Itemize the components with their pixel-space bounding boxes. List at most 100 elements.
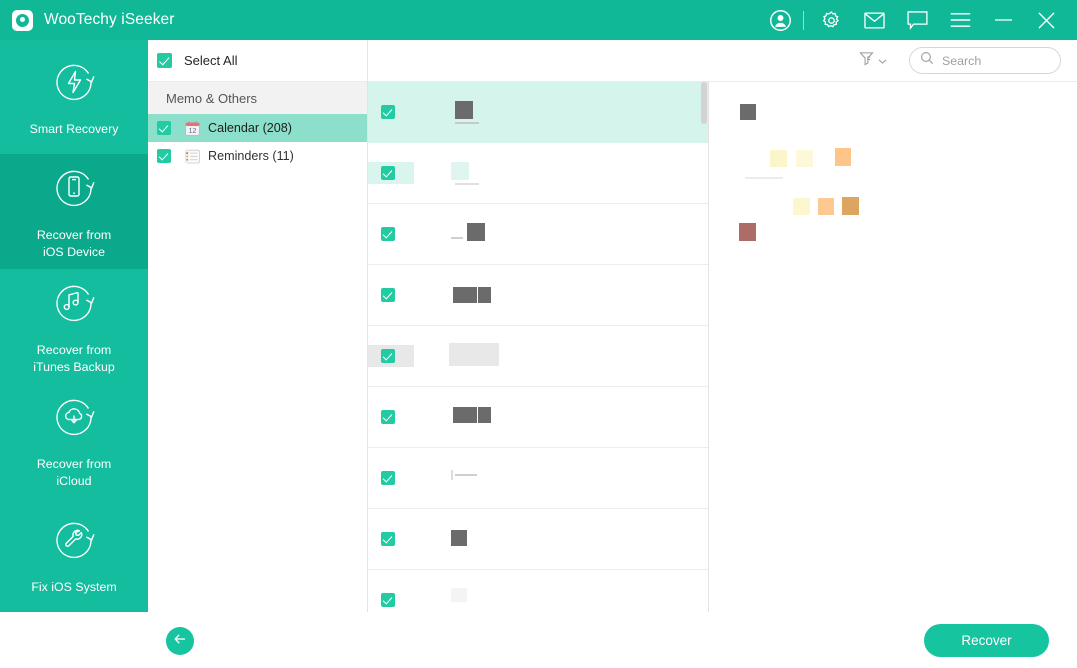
redaction-block xyxy=(842,197,859,215)
app-window: WooTechy iSeeker xyxy=(0,0,1077,668)
redaction-block xyxy=(453,287,477,303)
redaction-block xyxy=(478,407,491,423)
list-item-content xyxy=(411,151,708,195)
search-icon xyxy=(920,51,934,70)
list-item-content xyxy=(411,395,708,439)
category-item-calendar[interactable]: 12 Calendar (208) xyxy=(148,114,367,142)
wrench-refresh-icon xyxy=(48,514,100,566)
list-item[interactable] xyxy=(368,204,708,265)
sidebar-item-label: Smart Recovery xyxy=(30,121,119,138)
redaction-block xyxy=(745,177,783,179)
list-item-content xyxy=(411,334,708,378)
list-item[interactable] xyxy=(368,387,708,448)
sidebar-item-label: Fix iOS System xyxy=(31,579,116,596)
calendar-icon: 12 xyxy=(185,121,200,136)
feedback-icon[interactable] xyxy=(900,0,934,40)
sidebar-item-recover-from-ios-device[interactable]: Recover from iOS Device xyxy=(0,154,148,268)
list-item-checkbox[interactable] xyxy=(381,471,395,485)
cloud-download-refresh-icon xyxy=(48,391,100,443)
content-toolbar: Search xyxy=(368,40,1077,82)
list-item-content xyxy=(411,517,708,561)
app-logo-icon xyxy=(12,10,33,31)
redaction-block xyxy=(770,150,787,167)
sidebar-item-recover-from-icloud[interactable]: Recover from iCloud xyxy=(0,383,148,497)
footer-bar: Recover xyxy=(0,612,1077,668)
lightning-refresh-icon xyxy=(48,56,100,108)
redaction-block xyxy=(455,101,473,119)
select-all-row[interactable]: Select All xyxy=(148,40,367,82)
redaction-block xyxy=(835,148,851,166)
sidebar-item-label: Recover from iTunes Backup xyxy=(33,342,115,376)
list-item[interactable] xyxy=(368,82,708,143)
filter-button[interactable] xyxy=(859,51,887,71)
account-icon[interactable] xyxy=(763,0,797,40)
sidebar-item-label: Recover from iOS Device xyxy=(37,227,111,261)
music-refresh-icon xyxy=(48,277,100,329)
close-icon[interactable] xyxy=(1029,0,1063,40)
redaction-block xyxy=(451,530,467,546)
list-item[interactable] xyxy=(368,265,708,326)
list-item-content xyxy=(411,578,708,612)
redaction-block xyxy=(740,104,756,120)
list-item-checkbox[interactable] xyxy=(381,593,395,607)
list-item[interactable] xyxy=(368,326,708,387)
list-item-content xyxy=(411,212,708,256)
list-item-checkbox[interactable] xyxy=(381,166,395,180)
list-item-content xyxy=(411,90,708,134)
category-group-title: Memo & Others xyxy=(148,82,367,114)
item-list[interactable] xyxy=(368,82,709,612)
category-item-label: Reminders (11) xyxy=(208,149,294,163)
redaction-block xyxy=(451,162,469,180)
category-checkbox[interactable] xyxy=(157,121,171,135)
list-item[interactable] xyxy=(368,509,708,570)
redaction-block xyxy=(796,150,813,167)
recover-button[interactable]: Recover xyxy=(924,624,1049,657)
list-item-checkbox[interactable] xyxy=(381,410,395,424)
content-area: Search xyxy=(368,40,1077,612)
list-item-checkbox[interactable] xyxy=(381,227,395,241)
category-checkbox[interactable] xyxy=(157,149,171,163)
menu-icon[interactable] xyxy=(943,0,977,40)
list-item[interactable] xyxy=(368,143,708,204)
list-item-checkbox[interactable] xyxy=(381,349,395,363)
select-all-checkbox[interactable] xyxy=(157,53,172,68)
phone-refresh-icon xyxy=(48,162,100,214)
content-body xyxy=(368,82,1077,612)
arrow-left-icon xyxy=(173,632,187,650)
list-item-content xyxy=(411,456,708,500)
search-input[interactable]: Search xyxy=(909,47,1061,74)
reminders-list-icon xyxy=(185,149,200,164)
search-placeholder: Search xyxy=(942,54,981,68)
chevron-down-icon xyxy=(878,52,887,70)
list-item[interactable] xyxy=(368,570,708,612)
redaction-block xyxy=(818,198,834,215)
list-item-checkbox[interactable] xyxy=(381,105,395,119)
list-item[interactable] xyxy=(368,448,708,509)
mail-icon[interactable] xyxy=(857,0,891,40)
redaction-block xyxy=(449,343,499,366)
sidebar: Smart Recovery Recover from iOS Device xyxy=(0,40,148,612)
redaction-block xyxy=(467,223,485,241)
list-item-content xyxy=(411,273,708,317)
list-scrollbar-thumb[interactable] xyxy=(701,82,707,124)
sidebar-item-fix-ios-system[interactable]: Fix iOS System xyxy=(0,498,148,612)
category-panel-filler xyxy=(148,170,367,612)
svg-text:12: 12 xyxy=(189,128,197,135)
select-all-label: Select All xyxy=(184,53,237,68)
list-item-checkbox[interactable] xyxy=(381,532,395,546)
redaction-block xyxy=(451,470,453,480)
window-body: Smart Recovery Recover from iOS Device xyxy=(0,40,1077,612)
category-item-reminders[interactable]: Reminders (11) xyxy=(148,142,367,170)
filter-funnel-icon xyxy=(859,51,874,71)
sidebar-item-recover-from-itunes-backup[interactable]: Recover from iTunes Backup xyxy=(0,269,148,383)
minimize-icon[interactable] xyxy=(986,0,1020,40)
list-scrollbar[interactable] xyxy=(701,82,707,612)
preview-panel xyxy=(709,82,1077,612)
back-button[interactable] xyxy=(166,627,194,655)
list-item-checkbox[interactable] xyxy=(381,288,395,302)
redaction-block xyxy=(455,122,479,124)
redaction-block xyxy=(793,198,810,215)
settings-gear-icon[interactable] xyxy=(814,0,848,40)
sidebar-item-smart-recovery[interactable]: Smart Recovery xyxy=(0,40,148,154)
redaction-block xyxy=(478,287,491,303)
